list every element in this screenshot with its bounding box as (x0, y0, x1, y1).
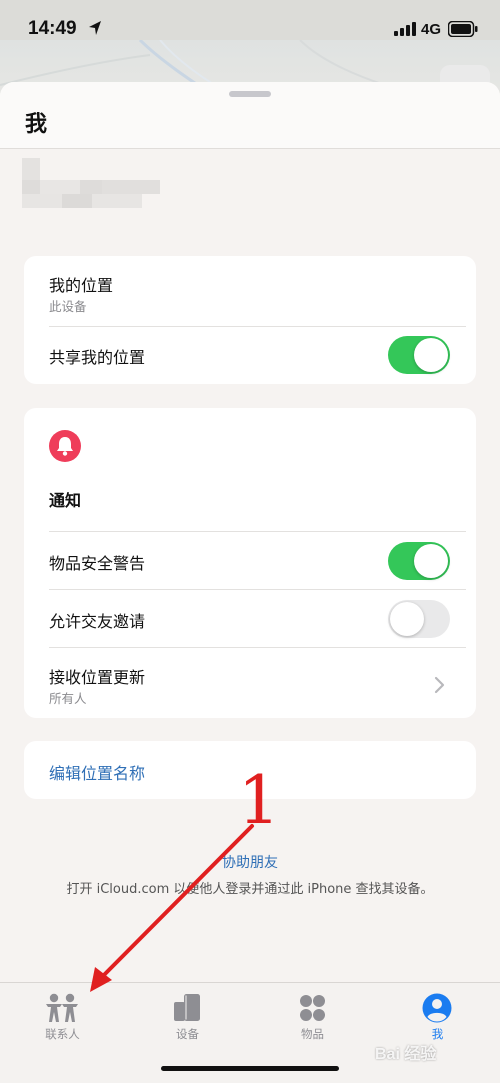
watermark: Bai 经验 (375, 1046, 437, 1063)
friend-requests-row: 允许交友邀请 (24, 590, 476, 647)
find-my-me-screen: 14:49 4G 我 我的位置 此设备 共享我的位置 通知 物品安全警告 允许交… (0, 0, 500, 1083)
battery-icon (448, 21, 478, 37)
receive-updates-row[interactable]: 接收位置更新 所有人 (24, 648, 476, 718)
share-location-row: 共享我的位置 (24, 327, 476, 384)
notification-badge (49, 430, 81, 462)
tab-items-label: 物品 (301, 1027, 324, 1041)
status-time: 14:49 (28, 18, 77, 39)
receive-updates-sub: 所有人 (49, 691, 87, 706)
notifications-title: 通知 (49, 491, 82, 510)
item-safety-alert-label: 物品安全警告 (49, 554, 146, 573)
tab-items[interactable]: 物品 (250, 983, 375, 1053)
person-circle-icon (422, 993, 452, 1023)
toggle-knob (390, 602, 424, 636)
my-location-sub: 此设备 (49, 299, 87, 314)
my-location-row: 我的位置 此设备 (24, 256, 476, 326)
item-safety-alert-toggle[interactable] (388, 542, 450, 580)
page-title: 我 (25, 112, 48, 137)
sheet-grabber[interactable] (229, 91, 271, 97)
people-icon (46, 993, 78, 1022)
friend-requests-label: 允许交友邀请 (49, 612, 146, 631)
sheet-header: 我 (0, 82, 500, 149)
notifications-card: 通知 物品安全警告 允许交友邀请 接收位置更新 所有人 (24, 408, 476, 718)
location-arrow-icon (89, 21, 101, 35)
chevron-right-icon (434, 676, 445, 694)
my-location-label: 我的位置 (49, 276, 114, 295)
network-type: 4G (421, 21, 442, 38)
share-location-toggle[interactable] (388, 336, 450, 374)
location-card: 我的位置 此设备 共享我的位置 (24, 256, 476, 384)
blurred-user-name (22, 158, 160, 212)
tab-people-label: 联系人 (45, 1027, 80, 1041)
bell-icon (57, 437, 73, 456)
home-indicator[interactable] (161, 1066, 339, 1071)
tab-people[interactable]: 联系人 (0, 983, 125, 1053)
devices-icon (174, 994, 200, 1021)
items-icon (300, 995, 325, 1021)
tab-devices-label: 设备 (176, 1027, 199, 1041)
friend-requests-toggle[interactable] (388, 600, 450, 638)
toggle-knob (414, 544, 448, 578)
toggle-knob (414, 338, 448, 372)
item-safety-alert-row: 物品安全警告 (24, 532, 476, 589)
edit-location-name-button[interactable]: 编辑位置名称 (49, 760, 145, 784)
annotation-number: 1 (238, 762, 280, 839)
signal-bars-icon (394, 22, 416, 36)
help-friend-link[interactable]: 协助朋友 (0, 852, 500, 872)
receive-updates-label: 接收位置更新 (49, 668, 146, 687)
share-location-label: 共享我的位置 (49, 348, 146, 367)
me-sheet: 我 我的位置 此设备 共享我的位置 通知 物品安全警告 允许交友邀请 接收位置更… (0, 82, 500, 1083)
icloud-note: 打开 iCloud.com 以便他人登录并通过此 iPhone 查找其设备。 (66, 882, 434, 897)
tab-devices[interactable]: 设备 (125, 983, 250, 1053)
